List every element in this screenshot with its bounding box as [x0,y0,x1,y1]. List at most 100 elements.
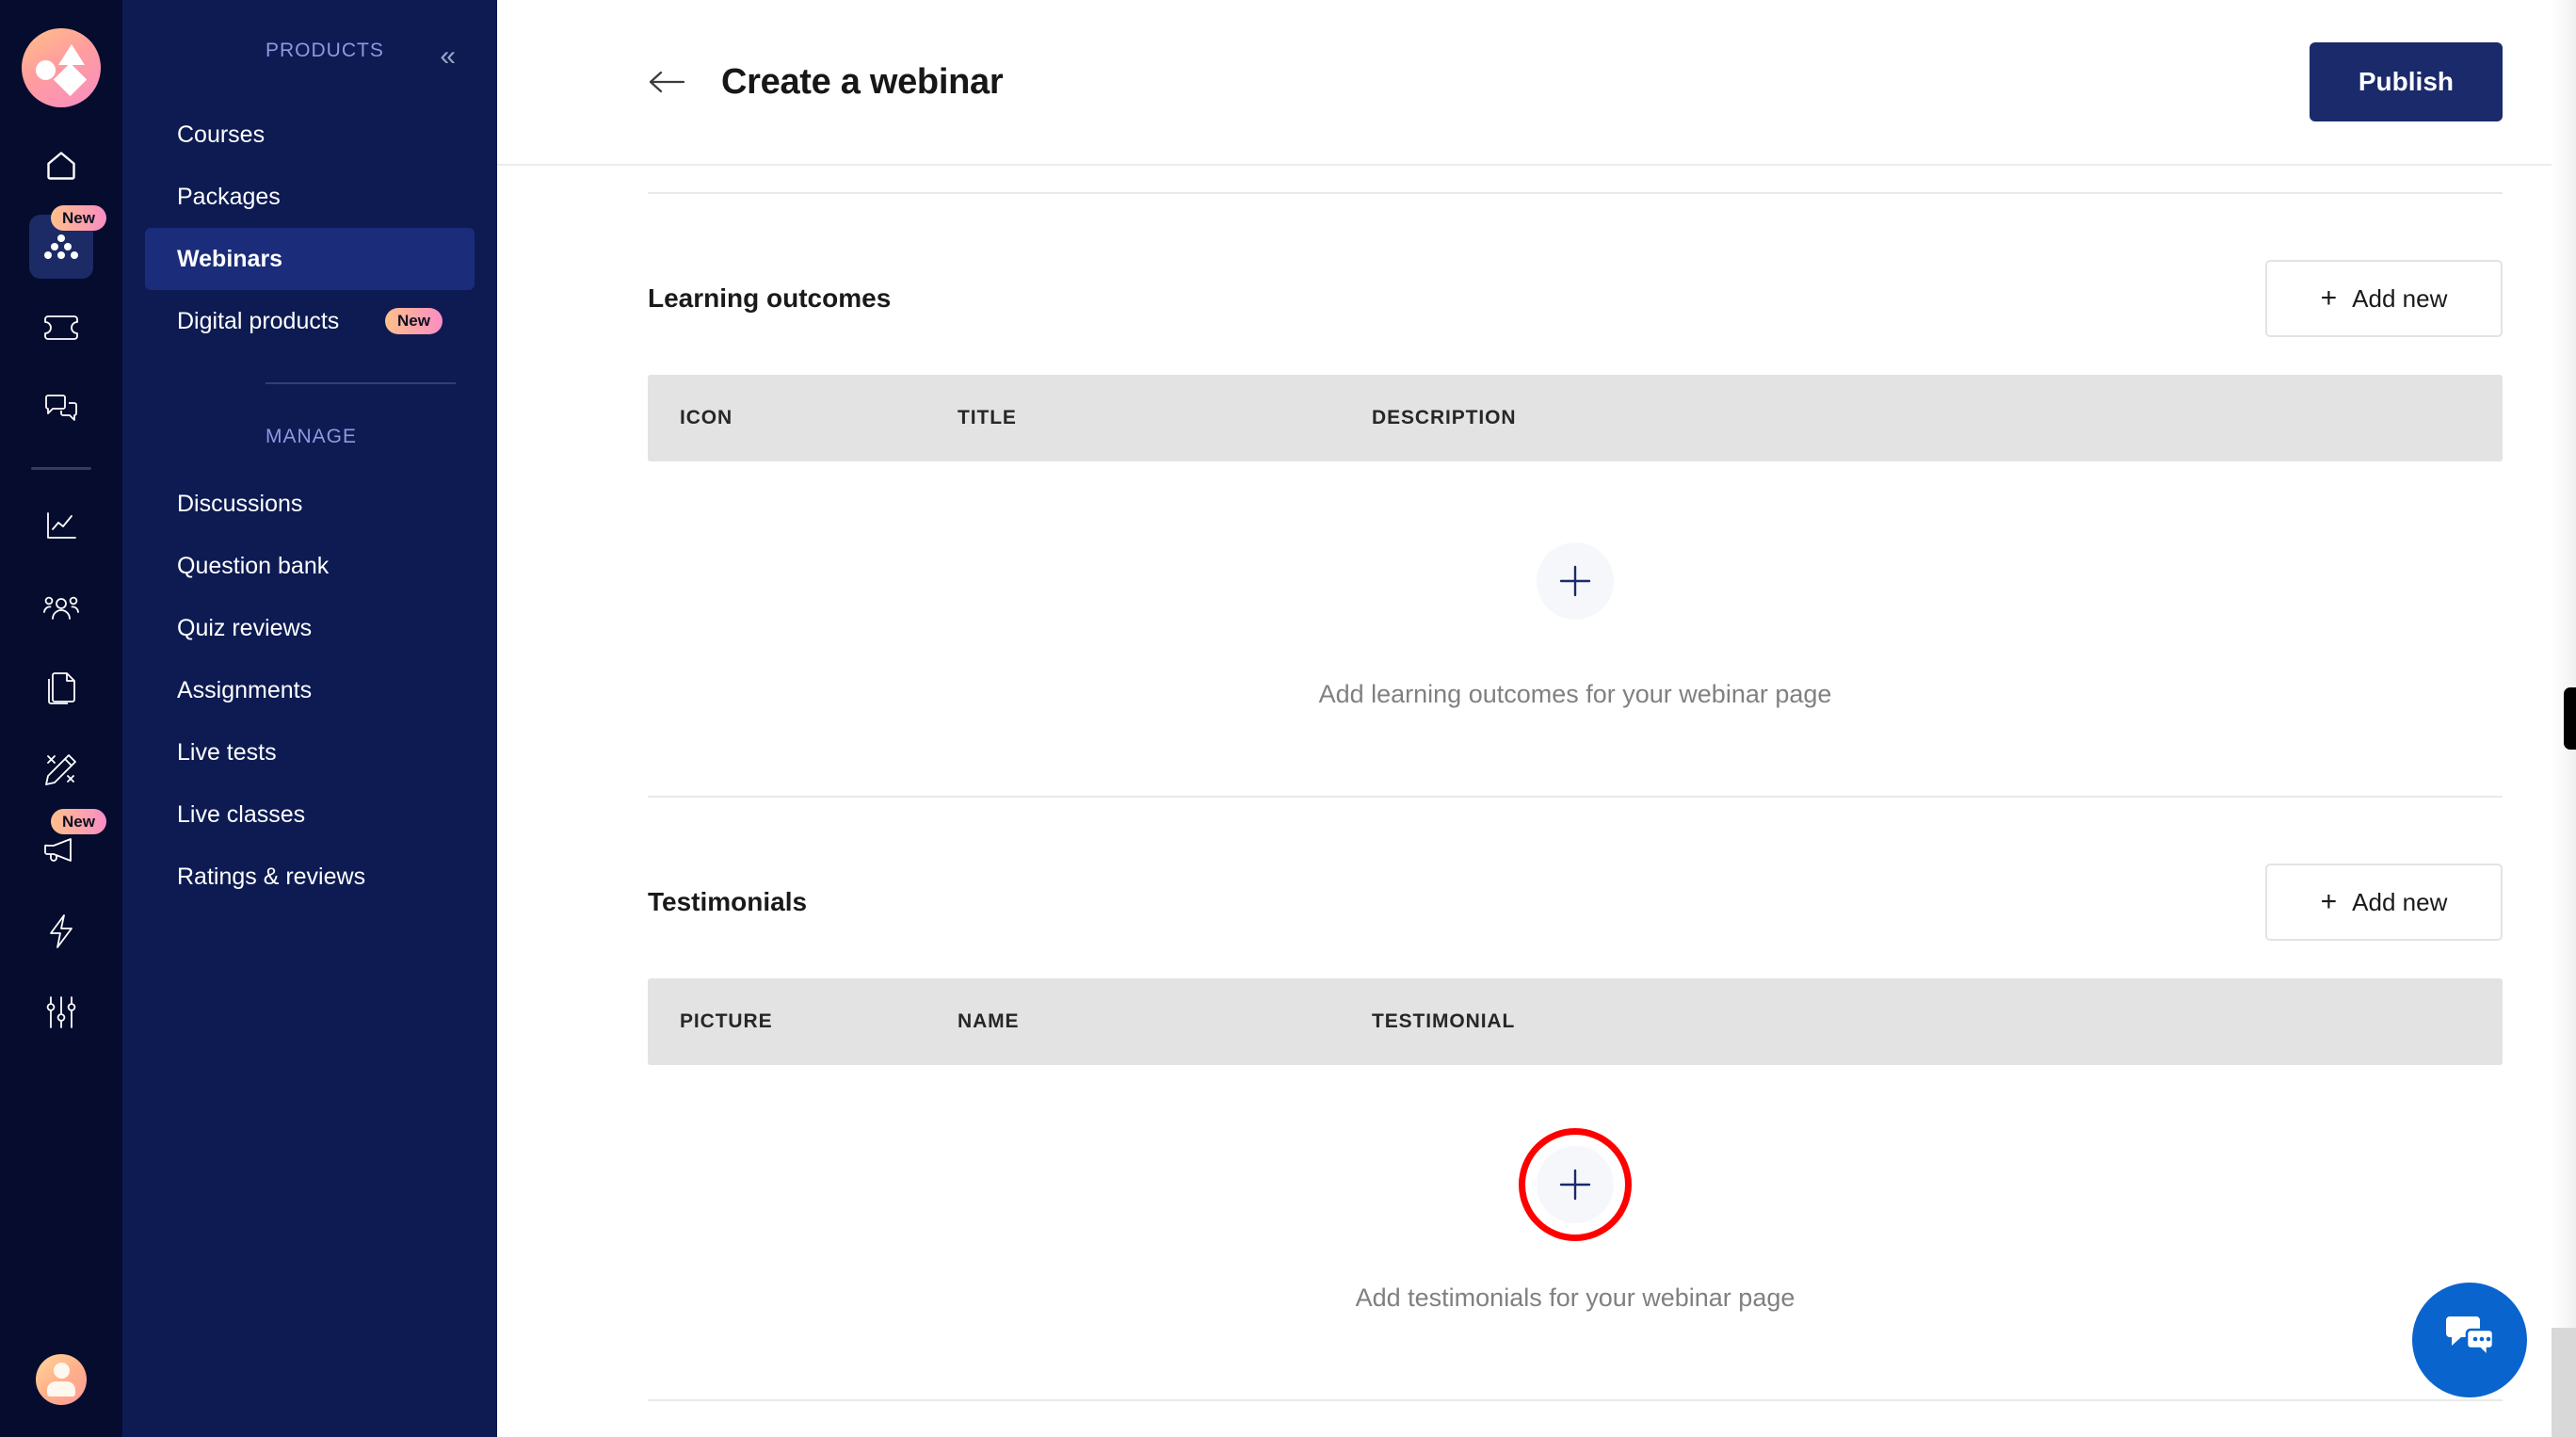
section-learning-outcomes: Learning outcomes + Add new ICON TITLE D… [648,194,2503,798]
vertical-scrollbar[interactable] [2552,0,2576,1437]
rail-badge-new: New [51,205,106,232]
section-testimonials: Testimonials + Add new PICTURE NAME TEST… [648,798,2503,1401]
empty-state-text: Add learning outcomes for your webinar p… [1318,680,1832,708]
sidebar-item-label: Live tests [177,738,277,766]
arrow-left-icon[interactable] [648,68,685,96]
sidebar-header: PRODUCTS « [122,40,497,71]
sliders-settings-icon [45,995,77,1029]
chat-bubbles-icon [44,394,78,424]
brand-logo-icon[interactable] [22,28,101,107]
rail-item-settings[interactable] [29,980,93,1044]
sidebar-item-label: Live classes [177,800,306,828]
pages-copy-icon [45,671,77,705]
column-header-testimonial: TESTIMONIAL [1372,1010,1516,1032]
plus-icon: + [2320,283,2338,314]
pencil-design-icon [44,752,78,786]
page-title: Create a webinar [721,61,1004,102]
rail-badge-new-marketing: New [51,809,106,835]
sidebar-item-label: Question bank [177,552,330,579]
users-icon [43,593,79,622]
sidebar-item-label: Webinars [177,245,283,272]
section-header: Learning outcomes + Add new [648,194,2503,375]
content-area: Learning outcomes + Add new ICON TITLE D… [497,166,2576,1437]
rail-item-design[interactable] [29,737,93,801]
sidebar-item-label: Digital products [177,307,340,334]
rail-item-analytics[interactable] [29,494,93,558]
sidebar-item-label: Courses [177,121,266,148]
column-header-name: NAME [958,1010,1020,1032]
rail-item-marketing[interactable]: New [29,809,106,882]
section-title: Learning outcomes [648,283,892,313]
lightning-bolt-icon [47,913,75,949]
sidebar-item-label: Assignments [177,676,313,703]
section-title: Testimonials [648,887,808,916]
empty-state-testimonials: Add testimonials for your webinar page [648,1065,2503,1399]
plus-icon: + [2320,886,2338,917]
sidebar-item-assignments[interactable]: Assignments [145,659,475,721]
empty-state-text: Add testimonials for your webinar page [1355,1284,1795,1312]
rail-item-coupons[interactable] [29,296,93,360]
sidebar-badge-new: New [385,307,443,335]
sidebar-section-products-label: PRODUCTS [266,40,384,61]
add-new-testimonial-button[interactable]: + Add new [2265,864,2503,941]
sidebar-item-live-classes[interactable]: Live classes [145,783,475,846]
sidebar-item-webinars[interactable]: Webinars [145,228,475,290]
topbar-left: Create a webinar [648,61,1004,103]
icon-rail: New New [0,0,122,1437]
sidebar-products-list: Courses Packages Webinars Digital produc… [122,104,497,352]
sidebar-item-label: Packages [177,183,281,210]
column-header-icon: ICON [680,407,733,428]
ticket-icon [43,315,79,341]
sidebar-item-discussions[interactable]: Discussions [145,473,475,535]
analytics-chart-icon [44,510,78,542]
products-icon [44,232,78,262]
column-header-title: TITLE [958,407,1017,428]
section-header: Testimonials + Add new [648,798,2503,978]
scrollbar-thumb[interactable] [2564,687,2576,750]
scrollbar-bottom-cap [2552,1328,2576,1437]
column-header-picture: PICTURE [680,1010,773,1032]
sidebar-item-digital-products[interactable]: Digital products New [145,290,475,352]
sidebar: PRODUCTS « Courses Packages Webinars Dig… [122,0,497,1437]
add-testimonial-plus-button[interactable] [1519,1128,1632,1241]
rail-icon-list: New New [0,134,122,1061]
sidebar-item-question-bank[interactable]: Question bank [145,535,475,597]
add-learning-outcome-plus-button[interactable] [1537,542,1614,620]
sidebar-item-label: Quiz reviews [177,614,313,641]
add-new-label: Add new [2352,887,2448,916]
table-header-row: ICON TITLE DESCRIPTION [648,375,2503,461]
main-panel: Create a webinar Publish Learning outcom… [497,0,2576,1437]
section-divider-top [648,166,2503,194]
sidebar-manage-list: Discussions Question bank Quiz reviews A… [122,473,497,908]
sidebar-item-label: Discussions [177,490,303,517]
chat-support-button[interactable] [2412,1283,2527,1397]
rail-divider [31,467,91,470]
app-root: New New PRODUCTS « Courses Packages Webi… [0,0,2576,1437]
sidebar-item-ratings-reviews[interactable]: Ratings & reviews [145,846,475,908]
avatar[interactable] [36,1354,87,1405]
sidebar-item-quiz-reviews[interactable]: Quiz reviews [145,597,475,659]
column-header-description: DESCRIPTION [1372,407,1517,428]
topbar: Create a webinar Publish [497,0,2576,166]
sidebar-item-packages[interactable]: Packages [145,166,475,228]
rail-item-home[interactable] [29,134,93,198]
home-icon [44,149,78,183]
publish-button[interactable]: Publish [2309,42,2503,121]
sidebar-item-courses[interactable]: Courses [145,104,475,166]
rail-item-conversations[interactable] [29,377,93,441]
chevron-double-left-icon[interactable]: « [440,42,456,71]
chat-support-icon [2440,1311,2499,1370]
add-new-label: Add new [2352,283,2448,313]
sidebar-item-label: Ratings & reviews [177,863,366,890]
megaphone-icon [43,836,79,864]
rail-item-learners[interactable] [29,575,93,639]
rail-item-automations[interactable] [29,899,93,963]
sidebar-divider [266,382,456,384]
add-new-learning-outcome-button[interactable]: + Add new [2265,260,2503,337]
rail-item-products[interactable]: New [29,205,106,279]
table-header-row: PICTURE NAME TESTIMONIAL [648,978,2503,1065]
sidebar-section-manage-label: MANAGE [266,426,358,447]
sidebar-item-live-tests[interactable]: Live tests [145,721,475,783]
empty-state-learning-outcomes: Add learning outcomes for your webinar p… [648,461,2503,796]
rail-item-pages[interactable] [29,656,93,720]
